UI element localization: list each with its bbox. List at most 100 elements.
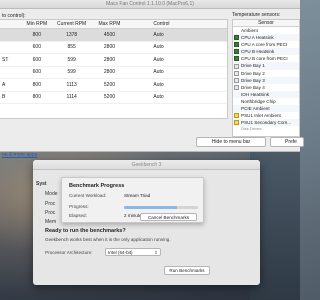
fan-current-rpm: 1114	[66, 94, 77, 101]
list-item[interactable]: CPU B core from PECI	[233, 55, 299, 62]
fan-control-mode[interactable]: Auto	[127, 54, 227, 66]
fan-control-mode[interactable]: Auto	[127, 79, 227, 91]
sensor-label: CPU A Heatsink	[241, 35, 274, 41]
cpu-chip-icon	[234, 56, 239, 62]
sensor-label: PSU1 Inlet Ambient	[241, 113, 281, 119]
list-item[interactable]: Ambient	[233, 27, 299, 34]
architecture-value: Intel (64-bit)	[108, 250, 133, 255]
fan-min-rpm: 800	[32, 31, 41, 38]
sensor-items: Ambient CPU A Heatsink CPU A core from PEC…	[233, 27, 299, 127]
table-row[interactable]: 600 855 2800 Auto	[0, 41, 227, 54]
fan-min-rpm: 600	[32, 56, 41, 63]
window-title: Geekbench 3	[33, 160, 260, 170]
sensors-label: Temperature sensors:	[232, 12, 281, 18]
sensor-panel: Temperature sensors: Sensor Ambient CPU A…	[232, 12, 300, 137]
list-item[interactable]: Drive Bay 3	[233, 76, 299, 84]
fan-min-rpm: 800	[32, 94, 41, 101]
fan-max-rpm: 4500	[103, 31, 116, 38]
more-apps-link[interactable]: on & more apps	[2, 152, 37, 158]
fan-max-rpm: 5200	[103, 81, 116, 88]
list-item[interactable]: Northbridge Chip	[233, 98, 299, 105]
fan-max-rpm: 2800	[103, 44, 116, 51]
run-benchmarks-button[interactable]: Run Benchmarks	[164, 266, 210, 275]
fan-table: Min RPM Current RPM Max RPM Control 800 …	[0, 19, 228, 119]
fan-min-rpm: 800	[32, 81, 41, 88]
blank-icon	[234, 106, 239, 111]
column-header-control[interactable]: Control	[127, 20, 227, 28]
workload-label: Current Workload:	[69, 193, 107, 198]
list-item[interactable]: IOH HeatSink	[233, 90, 299, 98]
table-row[interactable]: A 800 1113 5200 Auto	[0, 79, 227, 92]
chevron-updown-icon: ⇕	[154, 250, 158, 255]
list-item[interactable]: CPU A Heatsink	[233, 34, 299, 42]
sensor-label: Drive Bay 2	[241, 70, 265, 76]
column-header-max-rpm[interactable]: Max RPM	[92, 20, 128, 28]
column-header-name[interactable]	[0, 20, 22, 28]
sensor-column-header[interactable]: Sensor	[233, 20, 299, 27]
progress-bar	[124, 206, 198, 209]
fan-min-rpm: 600	[32, 44, 41, 51]
sensor-label: PCIE Ambient	[241, 106, 270, 112]
fan-current-rpm: 599	[67, 69, 76, 76]
hide-to-menu-bar-button[interactable]: Hide to menu bar	[196, 137, 266, 147]
sensor-label: CPU B core from PECI	[241, 56, 288, 62]
drive-icon	[234, 63, 239, 69]
workload-value: Stream Triad	[124, 193, 151, 198]
memory-label: Mem	[45, 219, 57, 225]
window-title: Macs Fan Control 1.1.10.0 (MacPro6,1)	[0, 0, 300, 9]
progress-title: Benchmark Progress	[69, 183, 125, 189]
system-label: Syst	[36, 181, 47, 187]
architecture-select[interactable]: Intel (64-bit) ⇕	[105, 248, 161, 256]
list-item[interactable]: PSU1 Inlet Ambient	[233, 112, 299, 119]
ready-heading: Ready to run the benchmarks?	[45, 228, 126, 234]
sensor-group-label: Disk Drives:	[241, 126, 263, 132]
sensor-label: Drive Bay 3	[241, 77, 265, 83]
sensor-label: CPU A core from PECI	[241, 42, 288, 48]
preferences-button[interactable]: Prefe	[270, 137, 304, 147]
fan-max-rpm: 5200	[103, 94, 116, 101]
cancel-benchmarks-button[interactable]: Cancel Benchmarks	[140, 213, 197, 221]
fan-max-rpm: 2800	[103, 56, 116, 63]
fan-control-mode[interactable]: Auto	[127, 41, 227, 53]
fan-name: B	[2, 94, 6, 101]
architecture-label: Processor Architecture:	[45, 250, 93, 255]
fan-current-rpm: 1113	[66, 81, 77, 88]
table-row[interactable]: ST 600 599 2800 Auto	[0, 54, 227, 67]
sensor-label: IOH HeatSink	[241, 91, 270, 97]
list-item[interactable]: PSU1 Secondary Com...	[233, 119, 299, 127]
progress-bar-fill	[124, 206, 178, 209]
cpu-chip-icon	[234, 49, 239, 55]
fan-control-mode[interactable]: Auto	[127, 29, 227, 41]
fan-current-rpm: 599	[67, 56, 76, 63]
table-row[interactable]: B 800 1114 5200 Auto	[0, 91, 227, 104]
drive-icon	[234, 77, 239, 83]
drive-icon	[234, 70, 239, 76]
model-label: Mode	[45, 191, 58, 197]
fan-name: A	[2, 81, 6, 88]
list-item[interactable]: Drive Bay 4	[233, 84, 299, 91]
cpu-chip-icon	[234, 35, 239, 41]
sensor-list[interactable]: Sensor Ambient CPU A Heatsink CPU A core f…	[232, 19, 300, 137]
sensor-label: Drive Bay 1	[241, 63, 265, 69]
table-row[interactable]: 800 1378 4500 Auto	[0, 29, 227, 42]
blank-icon	[234, 92, 239, 97]
geekbench-window: Geekbench 3 Syst Mode Proc Proc Mem Benc…	[33, 160, 260, 285]
fan-control-mode[interactable]: Auto	[127, 91, 227, 103]
sensor-label: Drive Bay 4	[241, 84, 265, 90]
list-item[interactable]: Drive Bay 2	[233, 70, 299, 77]
list-item[interactable]: Drive Bay 1	[233, 62, 299, 70]
cpu-chip-icon	[234, 42, 239, 48]
fan-min-rpm: 600	[32, 69, 41, 76]
column-header-current-rpm[interactable]: Current RPM	[52, 20, 92, 28]
sensor-label: Ambient	[241, 28, 258, 33]
list-item[interactable]: CPU A core from PECI	[233, 41, 299, 48]
fan-current-rpm: 855	[67, 44, 76, 51]
list-item[interactable]: PCIE Ambient	[233, 105, 299, 113]
blank-icon	[234, 99, 239, 104]
processor-label: Proc	[45, 201, 56, 207]
sensor-label: CPU B Heatsink	[241, 49, 275, 55]
table-row[interactable]: 600 599 2800 Auto	[0, 66, 227, 79]
fan-control-mode[interactable]: Auto	[127, 66, 227, 78]
list-item[interactable]: CPU B Heatsink	[233, 48, 299, 56]
column-header-min-rpm[interactable]: Min RPM	[22, 20, 52, 28]
